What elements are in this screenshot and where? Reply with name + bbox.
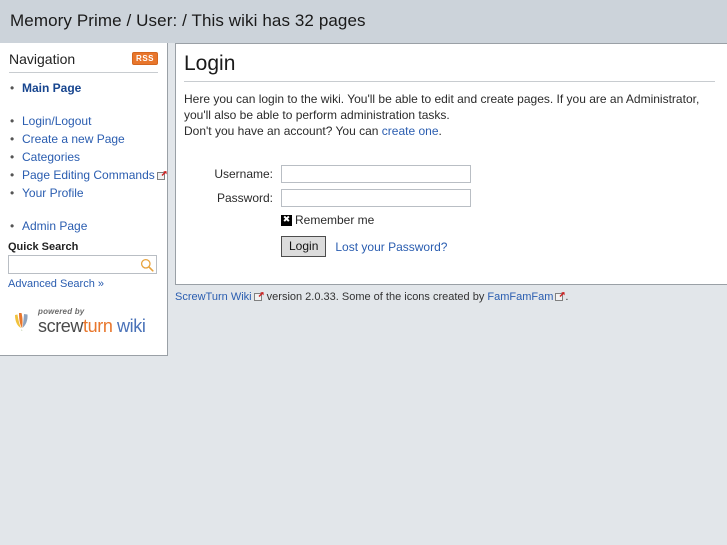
password-row: Password: xyxy=(184,189,715,207)
page-header: Memory Prime / User: / This wiki has 32 … xyxy=(0,0,727,43)
navigation-title: Navigation xyxy=(9,51,76,67)
sidebar-item-label[interactable]: Create a new Page xyxy=(22,132,125,146)
sidebar-item[interactable]: Page Editing Commands xyxy=(10,167,167,184)
page-title-bar: Memory Prime / User: / This wiki has 32 … xyxy=(10,11,366,30)
username-row: Username: xyxy=(184,165,715,183)
username-input[interactable] xyxy=(281,165,471,183)
logo-turn: turn xyxy=(83,316,113,336)
sidebar-item-label[interactable]: Your Profile xyxy=(22,186,84,200)
intro-account-post: . xyxy=(438,124,442,138)
sidebar-item[interactable]: Categories xyxy=(10,149,167,166)
logo-screw: screw xyxy=(38,316,84,336)
rss-icon[interactable]: RSS xyxy=(132,52,158,65)
sidebar-item[interactable]: Login/Logout xyxy=(10,113,167,130)
sidebar-item-label[interactable]: Page Editing Commands xyxy=(22,168,155,182)
advanced-search-link[interactable]: Advanced Search » xyxy=(8,278,104,290)
external-link-icon xyxy=(555,291,566,301)
create-account-link[interactable]: create one xyxy=(382,124,439,138)
lost-password[interactable]: Lost your Password? xyxy=(335,240,447,254)
external-link-icon xyxy=(253,291,264,301)
sidebar: Navigation RSS Main Page Login/Logout Crea… xyxy=(0,43,168,356)
login-form: Username: Password: ✖ Remember me Login … xyxy=(184,165,715,257)
footer: ScrewTurn Wiki version 2.0.33. Some of t… xyxy=(175,291,727,303)
advanced-search[interactable]: Advanced Search » xyxy=(8,278,167,290)
remember-me-row[interactable]: ✖ Remember me xyxy=(281,213,715,227)
sidebar-nav-list: Main Page Login/Logout Create a new Page Ca… xyxy=(0,80,167,235)
username-label: Username: xyxy=(214,167,273,181)
navigation-header: Navigation RSS xyxy=(9,51,158,73)
famfamfam-link[interactable]: FamFamFam xyxy=(487,291,553,303)
logo-wiki: wiki xyxy=(112,316,146,336)
login-button[interactable]: Login xyxy=(281,236,327,257)
sidebar-item-label[interactable]: Categories xyxy=(22,150,80,164)
logo-powered-by: powered by xyxy=(38,307,85,316)
remember-me-label: Remember me xyxy=(295,213,375,227)
intro-text: Here you can login to the wiki. You'll b… xyxy=(184,91,715,139)
remember-me-checkbox[interactable]: ✖ xyxy=(281,214,292,226)
search-input[interactable] xyxy=(9,256,133,273)
sidebar-item[interactable]: Main Page xyxy=(10,80,167,97)
login-actions: Login Lost your Password? xyxy=(281,236,715,257)
password-label: Password: xyxy=(216,191,273,205)
main-content: Login Here you can login to the wiki. Yo… xyxy=(175,43,727,285)
intro-paragraph: Here you can login to the wiki. You'll b… xyxy=(184,92,700,122)
sidebar-item-label[interactable]: Login/Logout xyxy=(22,114,91,128)
lost-password-link[interactable]: Lost your Password? xyxy=(335,240,447,254)
sidebar-item-label[interactable]: Admin Page xyxy=(22,219,87,233)
quick-search-label: Quick Search xyxy=(8,241,79,253)
external-link-icon xyxy=(156,168,167,180)
logo-wordmark: screwturn wiki xyxy=(38,316,146,336)
sidebar-item[interactable]: Admin Page xyxy=(10,218,167,235)
sidebar-item[interactable]: Create a new Page xyxy=(10,131,167,148)
footer-trailing: . xyxy=(565,291,569,303)
tulip-logo-icon xyxy=(10,308,34,335)
screwturn-wiki-link[interactable]: ScrewTurn Wiki xyxy=(175,291,252,303)
logo-text: powered by screwturn wiki xyxy=(38,307,146,336)
intro-account-pre: Don't you have an account? You can xyxy=(184,124,382,138)
sidebar-item[interactable]: Your Profile xyxy=(10,185,167,202)
content-heading: Login xyxy=(184,52,715,82)
footer-version-text: version 2.0.33. Some of the icons create… xyxy=(263,291,488,303)
quick-search-box[interactable] xyxy=(8,255,157,274)
screwturn-logo: powered by screwturn wiki xyxy=(10,308,167,335)
password-input[interactable] xyxy=(281,189,471,207)
search-icon[interactable] xyxy=(140,258,154,272)
sidebar-item-label[interactable]: Main Page xyxy=(22,81,81,95)
